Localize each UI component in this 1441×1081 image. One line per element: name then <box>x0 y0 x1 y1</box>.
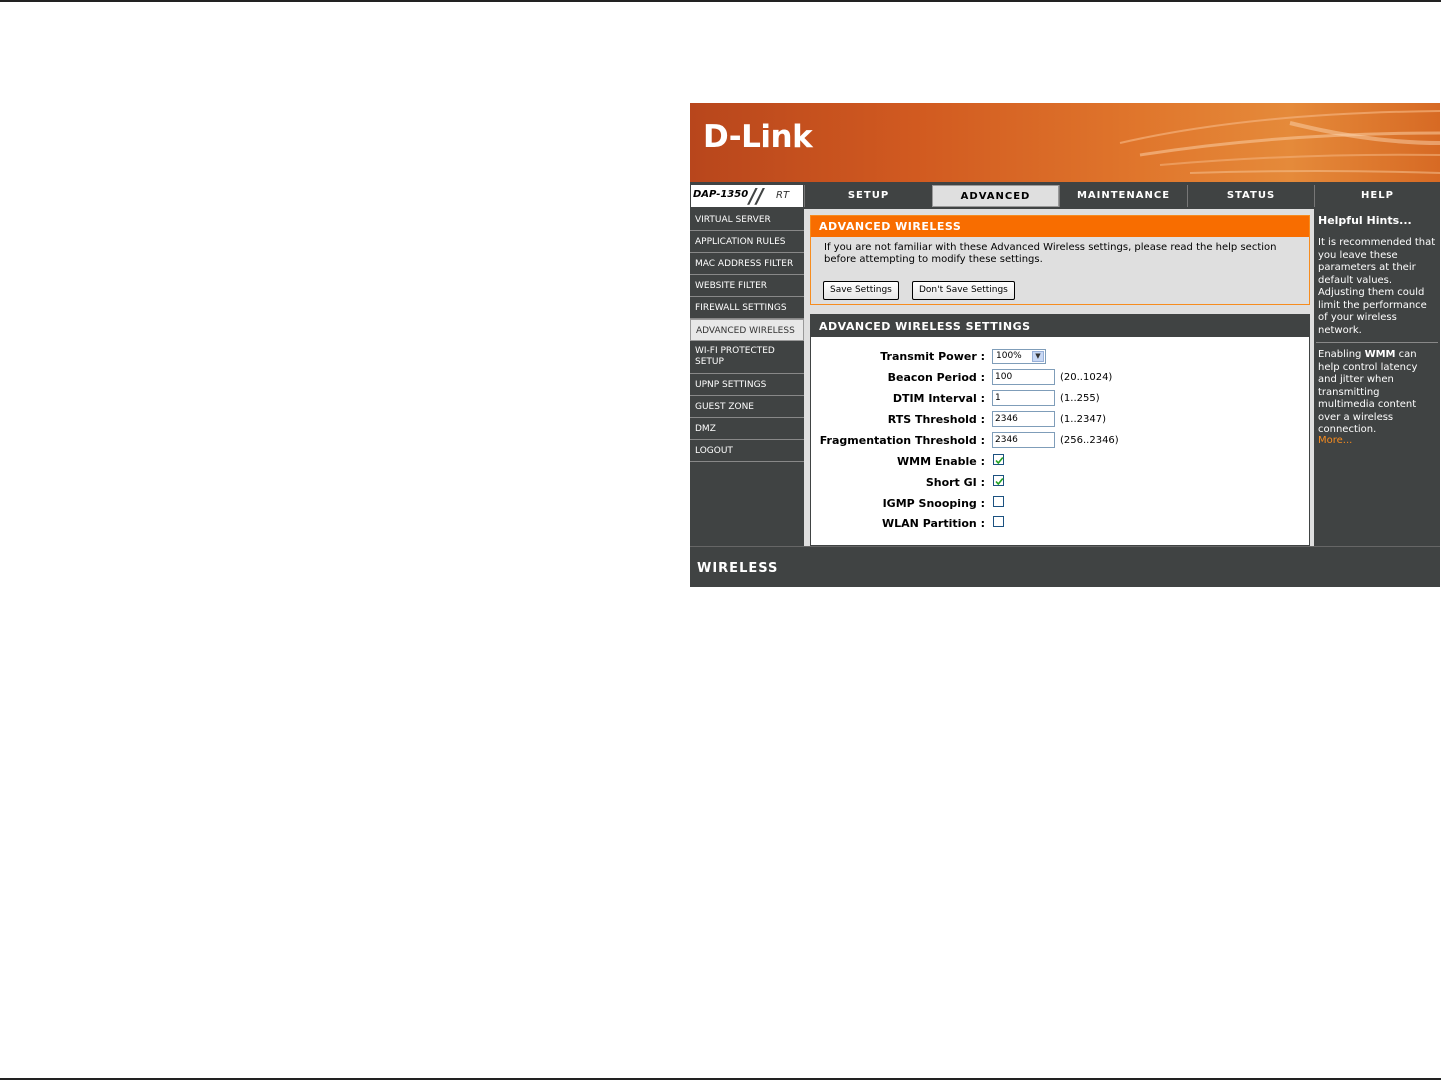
help-paragraph-2: Enabling WMM can help control latency an… <box>1318 349 1438 437</box>
wlan-partition-label: WLAN Partition : <box>882 517 985 530</box>
checkmark-icon <box>995 477 1004 486</box>
footer-wireless-logo: WIRELESS <box>697 561 779 576</box>
beacon-period-range: (20..1024) <box>1060 372 1113 383</box>
wlan-partition-row: WLAN Partition : <box>811 515 1309 533</box>
sidebar-item-wifi-protected-setup[interactable]: WI-FI PROTECTED SETUP <box>690 341 804 374</box>
short-gi-checkbox[interactable] <box>993 475 1004 486</box>
sidebar-item-guest-zone[interactable]: GUEST ZONE <box>690 396 804 418</box>
header-banner: D-Link <box>690 103 1440 182</box>
fragmentation-threshold-range: (256..2346) <box>1060 435 1119 446</box>
tab-maintenance[interactable]: MAINTENANCE <box>1059 185 1187 207</box>
sidebar-item-website-filter[interactable]: WEBSITE FILTER <box>690 275 804 297</box>
wmm-enable-label: WMM Enable : <box>897 455 985 468</box>
rts-threshold-input[interactable] <box>992 411 1055 427</box>
model-suffix: RT <box>776 190 790 201</box>
help-paragraph-2-prefix: Enabling <box>1318 349 1365 360</box>
dtim-interval-label: DTIM Interval : <box>892 392 985 405</box>
router-admin-page: D-Link DAP-1350 // RT SETUP ADVANCED MAI… <box>690 103 1440 587</box>
dlink-logo: D-Link <box>703 119 813 155</box>
igmp-snooping-checkbox[interactable] <box>993 496 1004 507</box>
beacon-period-label: Beacon Period : <box>887 371 985 384</box>
transmit-power-row: Transmit Power : 100% ▼ <box>811 348 1309 366</box>
igmp-snooping-label: IGMP Snooping : <box>882 497 985 510</box>
sidebar-item-upnp-settings[interactable]: UPNP SETTINGS <box>690 374 804 396</box>
fragmentation-threshold-input[interactable] <box>992 432 1055 448</box>
sidebar-item-logout[interactable]: LOGOUT <box>690 440 804 462</box>
chevron-down-icon[interactable]: ▼ <box>1032 351 1044 362</box>
tab-advanced[interactable]: ADVANCED <box>932 185 1059 207</box>
sidebar-item-virtual-server[interactable]: VIRTUAL SERVER <box>690 209 804 231</box>
settings-title: ADVANCED WIRELESS SETTINGS <box>811 315 1309 337</box>
sidebar-item-firewall-settings[interactable]: FIREWALL SETTINGS <box>690 297 804 319</box>
sidebar-item-dmz[interactable]: DMZ <box>690 418 804 440</box>
rts-threshold-row: RTS Threshold : (1..2347) <box>811 411 1309 429</box>
wlan-partition-checkbox[interactable] <box>993 516 1004 527</box>
transmit-power-select[interactable]: 100% ▼ <box>992 349 1046 364</box>
settings-panel: ADVANCED WIRELESS SETTINGS Transmit Powe… <box>810 314 1310 546</box>
sidebar-item-application-rules[interactable]: APPLICATION RULES <box>690 231 804 253</box>
fragmentation-threshold-row: Fragmentation Threshold : (256..2346) <box>811 432 1309 450</box>
help-paragraph-2-suffix: can help control latency and jitter when… <box>1318 349 1418 435</box>
page-top-rule <box>0 0 1441 2</box>
short-gi-row: Short GI : <box>811 474 1309 492</box>
help-title: Helpful Hints... <box>1318 214 1412 227</box>
help-divider <box>1316 342 1438 343</box>
wmm-enable-checkbox[interactable] <box>993 454 1004 465</box>
intro-panel: ADVANCED WIRELESS If you are not familia… <box>810 215 1310 305</box>
rts-threshold-range: (1..2347) <box>1060 414 1106 425</box>
intro-message: If you are not familiar with these Advan… <box>824 242 1277 265</box>
tab-status[interactable]: STATUS <box>1187 185 1314 207</box>
sidebar: VIRTUAL SERVER APPLICATION RULES MAC ADD… <box>690 209 804 462</box>
beacon-period-row: Beacon Period : (20..1024) <box>811 369 1309 387</box>
dtim-interval-range: (1..255) <box>1060 393 1100 404</box>
intro-title: ADVANCED WIRELESS <box>811 216 1309 237</box>
beacon-period-input[interactable] <box>992 369 1055 385</box>
transmit-power-value: 100% <box>996 351 1022 361</box>
igmp-snooping-row: IGMP Snooping : <box>811 495 1309 513</box>
top-tab-bar: DAP-1350 // RT SETUP ADVANCED MAINTENANC… <box>690 183 1440 209</box>
footer-bar: WIRELESS <box>690 546 1440 587</box>
main-content: ADVANCED WIRELESS If you are not familia… <box>804 209 1314 546</box>
model-name: DAP-1350 <box>693 189 749 200</box>
transmit-power-label: Transmit Power : <box>880 350 985 363</box>
dont-save-settings-button[interactable]: Don't Save Settings <box>912 281 1015 300</box>
wmm-enable-row: WMM Enable : <box>811 453 1309 471</box>
help-paragraph-1: It is recommended that you leave these p… <box>1318 237 1436 336</box>
model-badge: DAP-1350 // RT <box>691 184 803 208</box>
sidebar-item-advanced-wireless[interactable]: ADVANCED WIRELESS <box>690 319 804 341</box>
rts-threshold-label: RTS Threshold : <box>887 413 985 426</box>
help-more-link[interactable]: More... <box>1318 435 1352 446</box>
help-panel: Helpful Hints... It is recommended that … <box>1314 209 1440 546</box>
help-paragraph-2-wmm: WMM <box>1364 349 1396 360</box>
dtim-interval-input[interactable] <box>992 390 1055 406</box>
save-settings-button[interactable]: Save Settings <box>823 281 899 300</box>
dtim-interval-row: DTIM Interval : (1..255) <box>811 390 1309 408</box>
tab-setup[interactable]: SETUP <box>804 185 932 207</box>
page-bottom-rule <box>0 1078 1441 1080</box>
sidebar-item-mac-address-filter[interactable]: MAC ADDRESS FILTER <box>690 253 804 275</box>
checkmark-icon <box>995 456 1004 465</box>
tab-help[interactable]: HELP <box>1314 185 1440 207</box>
short-gi-label: Short GI : <box>925 476 985 489</box>
fragmentation-threshold-label: Fragmentation Threshold : <box>819 434 985 447</box>
model-slash-graphic: // <box>749 184 764 208</box>
